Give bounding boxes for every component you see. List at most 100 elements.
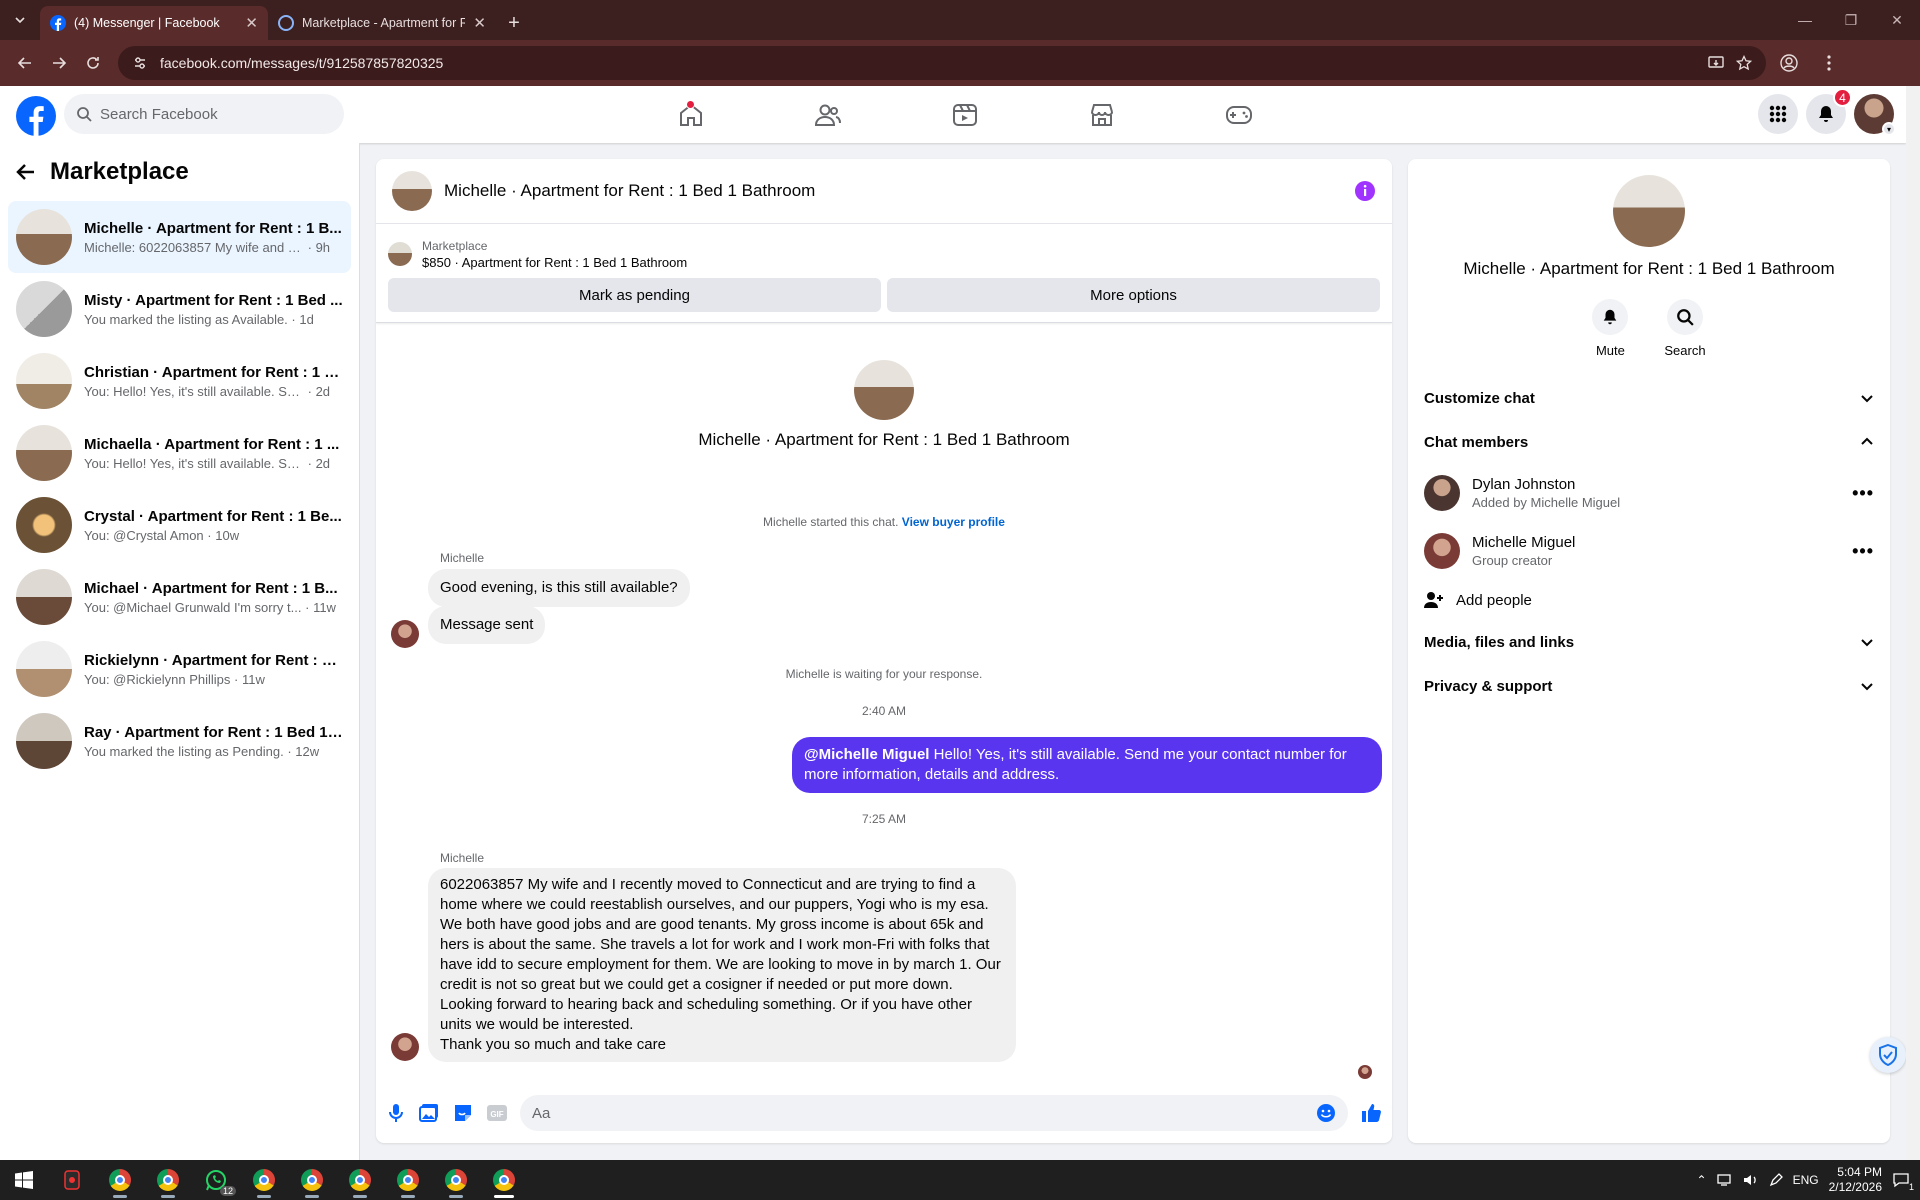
restore-icon[interactable]: ❐ <box>1828 0 1874 40</box>
nav-marketplace[interactable] <box>1033 86 1170 143</box>
incoming-message[interactable]: Message sent <box>428 606 546 644</box>
add-people-button[interactable]: Add people <box>1408 580 1890 620</box>
message-input[interactable]: Aa <box>520 1095 1348 1131</box>
chrome-icon[interactable] <box>96 1160 144 1200</box>
chrome-icon[interactable] <box>144 1160 192 1200</box>
mark-pending-button[interactable]: Mark as pending <box>388 278 881 312</box>
nav-home[interactable] <box>622 86 759 143</box>
tab-search-icon[interactable] <box>0 0 40 40</box>
chrome-icon[interactable] <box>336 1160 384 1200</box>
pen-icon[interactable] <box>1769 1173 1783 1187</box>
view-buyer-profile-link[interactable]: View buyer profile <box>902 515 1005 529</box>
conversation-item[interactable]: Ray · Apartment for Rent : 1 Bed 1 ... Yo… <box>8 705 351 777</box>
url-field[interactable]: facebook.com/messages/t/912587857820325 <box>118 46 1766 80</box>
chrome-icon[interactable] <box>432 1160 480 1200</box>
conversation-preview: You: Hello! Yes, it's still available. S… <box>84 455 304 471</box>
conversation-thumbnail <box>16 209 72 265</box>
bookmark-star-icon[interactable] <box>1736 55 1752 71</box>
close-window-icon[interactable]: ✕ <box>1874 0 1920 40</box>
info-icon[interactable] <box>1354 180 1376 202</box>
tab-messenger[interactable]: (4) Messenger | Facebook ✕ <box>40 6 268 40</box>
close-tab-icon[interactable]: ✕ <box>245 14 258 32</box>
listing-info[interactable]: Marketplace $850 · Apartment for Rent : … <box>388 232 1380 276</box>
more-options-icon[interactable]: ••• <box>1852 541 1874 562</box>
chat-member[interactable]: Michelle Miguel Group creator ••• <box>1408 522 1890 580</box>
intro-avatar[interactable] <box>854 360 914 420</box>
minimize-icon[interactable]: — <box>1782 0 1828 40</box>
menu-button[interactable] <box>1758 94 1798 134</box>
network-icon[interactable] <box>1716 1173 1733 1187</box>
forward-icon[interactable] <box>42 46 76 80</box>
install-app-icon[interactable] <box>1708 55 1724 71</box>
account-avatar[interactable]: ▾ <box>1854 94 1896 136</box>
notification-center-icon[interactable]: 1 <box>1892 1172 1914 1192</box>
customize-chat-section[interactable]: Customize chat <box>1408 376 1890 420</box>
windows-start-icon[interactable] <box>0 1160 48 1200</box>
chrome-icon[interactable] <box>480 1160 528 1200</box>
conversation-list: Michelle · Apartment for Rent : 1 B... Mi… <box>0 201 359 777</box>
chat-member[interactable]: Dylan Johnston Added by Michelle Miguel … <box>1408 464 1890 522</box>
chrome-icon[interactable] <box>240 1160 288 1200</box>
back-icon[interactable] <box>8 46 42 80</box>
conversation-item[interactable]: Christian · Apartment for Rent : 1 B... Y… <box>8 345 351 417</box>
chrome-icon[interactable] <box>288 1160 336 1200</box>
conversation-item[interactable]: Michaella · Apartment for Rent : 1 ... Yo… <box>8 417 351 489</box>
whatsapp-icon[interactable]: 12 <box>192 1160 240 1200</box>
profile-icon[interactable] <box>1772 46 1806 80</box>
page-scrollbar[interactable] <box>1906 86 1920 1160</box>
nav-gaming[interactable] <box>1170 86 1307 143</box>
privacy-section[interactable]: Privacy & support <box>1408 664 1890 708</box>
chevron-up-icon[interactable]: ⌃ <box>1697 1173 1707 1187</box>
panel-avatar[interactable] <box>1613 175 1685 247</box>
site-info-icon[interactable] <box>132 55 148 71</box>
read-receipt-avatar <box>1358 1065 1372 1079</box>
sender-avatar[interactable] <box>391 620 419 648</box>
more-options-icon[interactable]: ••• <box>1852 483 1874 504</box>
gif-icon[interactable]: GIF <box>486 1103 508 1123</box>
conversation-item[interactable]: Crystal · Apartment for Rent : 1 Be... Yo… <box>8 489 351 561</box>
new-tab-icon[interactable]: + <box>496 6 532 40</box>
sticker-icon[interactable] <box>452 1102 474 1124</box>
back-arrow-icon[interactable] <box>16 162 36 182</box>
chat-started-text: Michelle started this chat. <box>763 515 899 529</box>
incoming-message[interactable]: 6022063857 My wife and I recently moved … <box>428 868 1016 1062</box>
emoji-icon[interactable] <box>1316 1103 1336 1123</box>
photo-icon[interactable] <box>418 1102 440 1124</box>
outgoing-message[interactable]: @Michelle Miguel Hello! Yes, it's still … <box>792 737 1382 793</box>
media-section[interactable]: Media, files and links <box>1408 620 1890 664</box>
microphone-icon[interactable] <box>386 1102 406 1124</box>
tab-marketplace[interactable]: Marketplace - Apartment for Re ✕ <box>268 6 496 40</box>
incoming-message[interactable]: Good evening, is this still available? <box>428 569 690 607</box>
browser-menu-icon[interactable] <box>1812 46 1846 80</box>
chat-avatar[interactable] <box>392 171 432 211</box>
mention[interactable]: @Michelle Miguel <box>804 746 929 763</box>
conversation-item[interactable]: Michelle · Apartment for Rent : 1 B... Mi… <box>8 201 351 273</box>
close-tab-icon[interactable]: ✕ <box>473 14 486 32</box>
conversation-item[interactable]: Rickielynn · Apartment for Rent : 1 ... Y… <box>8 633 351 705</box>
sender-avatar[interactable] <box>391 1033 419 1061</box>
chat-title[interactable]: Michelle · Apartment for Rent : 1 Bed 1 … <box>444 181 1342 201</box>
security-shield-icon[interactable] <box>1870 1037 1906 1073</box>
chat-members-section[interactable]: Chat members <box>1408 420 1890 464</box>
app-icon[interactable] <box>48 1160 96 1200</box>
conversation-item[interactable]: Misty · Apartment for Rent : 1 Bed ... Yo… <box>8 273 351 345</box>
speaker-icon[interactable] <box>1743 1173 1759 1187</box>
member-name: Michelle Miguel <box>1472 534 1576 551</box>
notifications-button[interactable]: 4 <box>1806 88 1852 134</box>
more-options-button[interactable]: More options <box>887 278 1380 312</box>
language-indicator[interactable]: ENG <box>1793 1173 1819 1187</box>
conversation-time: 1d <box>299 311 314 327</box>
search-placeholder: Search Facebook <box>100 105 218 123</box>
nav-video[interactable] <box>896 86 1033 143</box>
nav-friends[interactable] <box>759 86 896 143</box>
conversation-item[interactable]: Michael · Apartment for Rent : 1 B... You… <box>8 561 351 633</box>
like-thumb-icon[interactable] <box>1360 1102 1382 1124</box>
facebook-logo-icon[interactable] <box>16 96 56 136</box>
reload-icon[interactable] <box>76 46 110 80</box>
mute-button[interactable]: Mute <box>1592 299 1629 358</box>
search-button[interactable]: Search <box>1664 299 1706 358</box>
conversation-thumbnail <box>16 713 72 769</box>
clock[interactable]: 5:04 PM 2/12/2026 <box>1829 1165 1882 1195</box>
facebook-search-input[interactable]: Search Facebook <box>64 94 344 134</box>
chrome-icon[interactable] <box>384 1160 432 1200</box>
